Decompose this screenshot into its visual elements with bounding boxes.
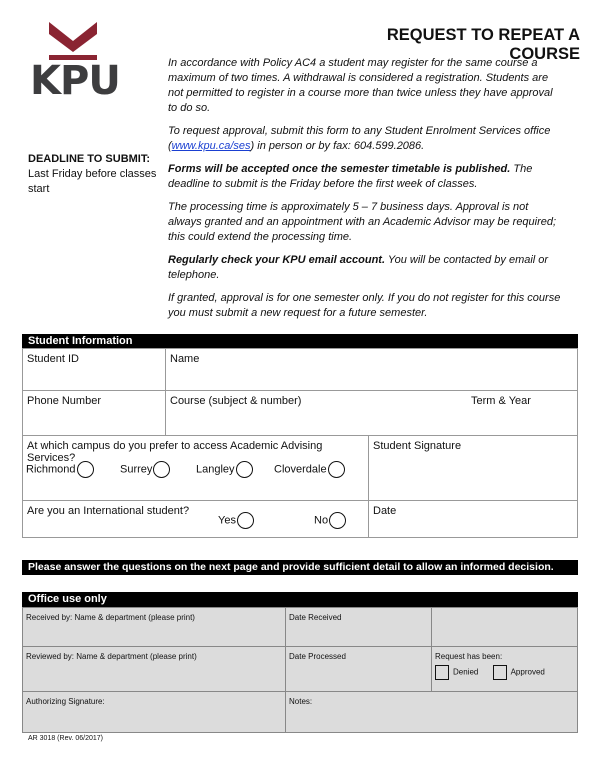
email-bold: Regularly check your KPU email account.: [168, 254, 386, 266]
phone-label: Phone Number: [27, 395, 101, 407]
no-label: No: [314, 514, 329, 527]
international-yes[interactable]: Yes: [218, 512, 254, 529]
submit-text-after: ) in person or by fax: 604.599.2086.: [250, 140, 425, 152]
date-field[interactable]: Date: [368, 500, 578, 538]
authorizing-signature-field[interactable]: Authorizing Signature:: [22, 691, 286, 733]
campus-label: Surrey: [120, 463, 153, 476]
approved-label: Approved: [510, 667, 545, 677]
campus-label: Richmond: [26, 463, 76, 476]
processing-paragraph: The processing time is approximately 5 –…: [168, 201, 557, 243]
empty-cell: [431, 607, 578, 647]
name-field[interactable]: Name: [165, 348, 578, 391]
received-by-label: Received by: Name & department (please p…: [26, 613, 195, 622]
campus-label: Langley: [196, 463, 235, 476]
submit-paragraph: To request approval, submit this form to…: [168, 124, 563, 154]
student-id-label: Student ID: [27, 353, 79, 365]
campus-label: Cloverdale: [274, 463, 327, 476]
course-field[interactable]: Course (subject & number) Term & Year: [165, 390, 578, 436]
campus-cloverdale[interactable]: Cloverdale: [274, 461, 345, 478]
student-id-field[interactable]: Student ID: [22, 348, 166, 391]
deadline-block: DEADLINE TO SUBMIT: Last Friday before c…: [28, 152, 158, 197]
timetable-bold: Forms will be accepted once the semester…: [168, 163, 511, 175]
approved-checkbox[interactable]: [492, 665, 507, 680]
name-label: Name: [170, 353, 200, 365]
campus-surrey[interactable]: Surrey: [120, 461, 171, 478]
date-processed-field[interactable]: Date Processed: [285, 646, 432, 692]
international-label: Are you an International student?: [27, 505, 190, 517]
date-received-field[interactable]: Date Received: [285, 607, 432, 647]
date-label: Date: [373, 505, 397, 517]
radio-button[interactable]: [327, 461, 345, 478]
notes-label: Notes:: [289, 697, 313, 706]
instruction-banner: Please answer the questions on the next …: [22, 560, 578, 575]
notes-field[interactable]: Notes:: [285, 691, 578, 733]
denied-label: Denied: [453, 667, 479, 677]
office-use-header: Office use only: [22, 592, 578, 607]
reviewed-by-label: Reviewed by: Name & department (please p…: [26, 652, 197, 661]
student-signature-field[interactable]: Student Signature: [368, 435, 578, 501]
signature-label: Student Signature: [373, 440, 462, 452]
date-received-label: Date Received: [289, 613, 342, 622]
timetable-paragraph: Forms will be accepted once the semester…: [168, 162, 563, 192]
radio-button[interactable]: [235, 461, 253, 478]
radio-button[interactable]: [329, 512, 347, 529]
term-year-label: Term & Year: [471, 395, 531, 407]
student-info-header: Student Information: [22, 334, 578, 348]
instructions: In accordance with Policy AC4 a student …: [168, 56, 563, 329]
request-status-label: Request has been:: [435, 652, 503, 661]
radio-button[interactable]: [153, 461, 171, 478]
denied-checkbox[interactable]: [435, 665, 449, 680]
granted-paragraph: If granted, approval is for one semester…: [168, 292, 561, 319]
email-paragraph: Regularly check your KPU email account. …: [168, 253, 563, 283]
yes-label: Yes: [218, 514, 236, 527]
deadline-label: DEADLINE TO SUBMIT:: [28, 153, 151, 165]
kpu-logo: KPU: [30, 58, 121, 104]
ses-link[interactable]: www.kpu.ca/ses: [172, 140, 251, 152]
received-by-field[interactable]: Received by: Name & department (please p…: [22, 607, 286, 647]
auth-sig-label: Authorizing Signature:: [26, 697, 105, 706]
campus-langley[interactable]: Langley: [196, 461, 253, 478]
policy-paragraph: In accordance with Policy AC4 a student …: [168, 57, 553, 114]
reviewed-by-field[interactable]: Reviewed by: Name & department (please p…: [22, 646, 286, 692]
request-status-cell: Request has been: Denied Approved: [431, 646, 578, 692]
course-label: Course (subject & number): [170, 395, 302, 407]
deadline-value: Last Friday before classes start: [28, 168, 157, 195]
international-no[interactable]: No: [314, 512, 347, 529]
campus-richmond[interactable]: Richmond: [26, 461, 94, 478]
status-options: Denied Approved: [435, 665, 574, 680]
radio-button[interactable]: [76, 461, 94, 478]
radio-button[interactable]: [236, 512, 254, 529]
phone-field[interactable]: Phone Number: [22, 390, 166, 436]
kpu-logo-chevron: [49, 22, 97, 60]
date-processed-label: Date Processed: [289, 652, 346, 661]
form-number: AR 3018 (Rev. 06/2017): [28, 735, 103, 742]
